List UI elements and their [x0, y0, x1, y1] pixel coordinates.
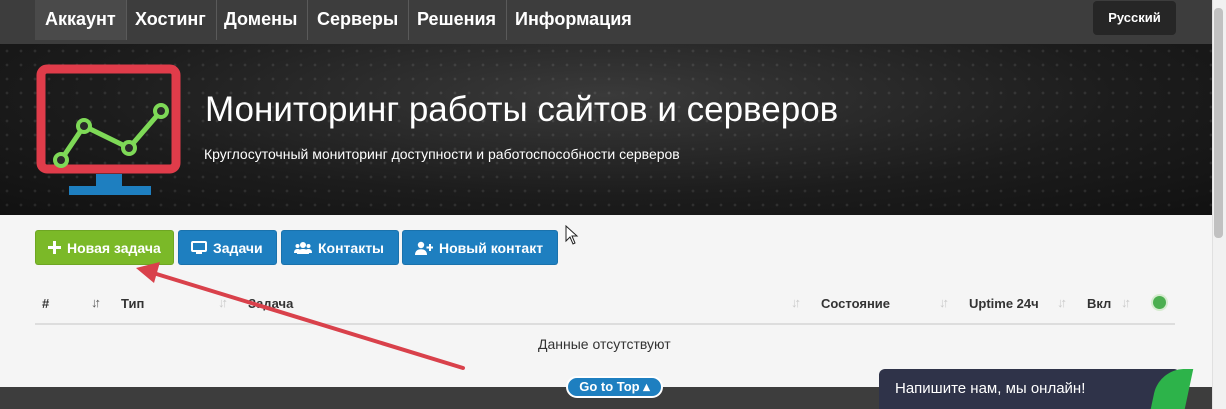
column-header-enabled[interactable]: Вкл — [1087, 296, 1111, 311]
sort-icon[interactable]: ↓↑ — [1057, 295, 1067, 310]
nav-item-account[interactable]: Аккаунт — [35, 0, 127, 40]
mouse-cursor-icon — [565, 225, 579, 245]
column-header-state[interactable]: Состояние — [821, 296, 890, 311]
table-empty-message: Данные отсутствуют — [538, 336, 671, 352]
nav-item-information[interactable]: Информация — [505, 0, 642, 40]
sort-icon[interactable]: ↓↑ — [939, 295, 949, 310]
status-online-icon — [1153, 296, 1166, 309]
tasks-button[interactable]: Задачи — [178, 230, 277, 265]
sort-icon[interactable]: ↓↑ — [791, 295, 801, 310]
page-subtitle: Круглосуточный мониторинг доступности и … — [204, 146, 680, 162]
new-contact-label: Новый контакт — [439, 240, 544, 256]
chat-label: Напишите нам, мы онлайн! — [895, 380, 1086, 397]
sort-active-icon[interactable]: ↓↑ — [91, 295, 101, 310]
column-header-uptime[interactable]: Uptime 24ч — [969, 296, 1039, 311]
new-task-label: Новая задача — [67, 240, 161, 256]
scrollbar-thumb[interactable] — [1214, 8, 1223, 238]
hero-banner: Мониторинг работы сайтов и серверов Круг… — [0, 44, 1212, 215]
language-button[interactable]: Русский — [1093, 1, 1176, 35]
monitor-chart-icon — [36, 64, 181, 195]
tasks-label: Задачи — [213, 240, 263, 256]
table-header-divider — [35, 323, 1175, 325]
column-header-number[interactable]: # — [42, 296, 49, 311]
go-to-top-button[interactable]: Go to Top ▴ — [566, 376, 663, 398]
page-title: Мониторинг работы сайтов и серверов — [205, 90, 839, 129]
chat-widget[interactable]: Напишите нам, мы онлайн! — [879, 369, 1180, 409]
new-contact-button[interactable]: Новый контакт — [402, 230, 558, 265]
sort-icon[interactable]: ↓↑ — [1121, 295, 1131, 310]
nav-item-hosting[interactable]: Хостинг — [125, 0, 217, 40]
top-navigation: Аккаунт Хостинг Домены Серверы Решения И… — [0, 0, 1212, 44]
users-icon — [294, 242, 312, 255]
nav-item-solutions[interactable]: Решения — [407, 0, 508, 40]
monitor-icon — [191, 240, 207, 254]
column-header-type[interactable]: Тип — [121, 296, 144, 311]
sort-icon[interactable]: ↓↑ — [218, 295, 228, 310]
main-content: Новая задача Задачи Контакты Новый конта… — [0, 215, 1212, 387]
nav-item-servers[interactable]: Серверы — [307, 0, 410, 40]
user-plus-icon — [415, 241, 433, 255]
column-header-task[interactable]: Задача — [248, 296, 293, 311]
contacts-button[interactable]: Контакты — [281, 230, 399, 265]
contacts-label: Контакты — [318, 240, 385, 256]
new-task-button[interactable]: Новая задача — [35, 230, 174, 265]
plus-icon — [48, 241, 61, 255]
nav-item-domains[interactable]: Домены — [214, 0, 309, 40]
